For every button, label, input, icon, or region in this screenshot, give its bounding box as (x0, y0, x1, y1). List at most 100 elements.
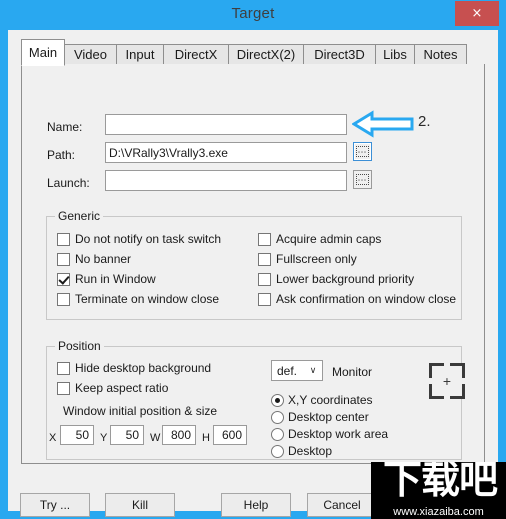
tab-directx[interactable]: DirectX (163, 44, 229, 65)
checkbox-box (57, 381, 70, 395)
radio-circle (271, 410, 284, 424)
checkbox-lower-background-priority[interactable]: Lower background priority (258, 272, 414, 286)
site-watermark: 下载吧 www.xiazaiba.com (371, 462, 506, 519)
path-label: Path: (47, 148, 76, 162)
checkbox-label: Fullscreen only (276, 252, 357, 266)
target-dialog-window: Target × Main Video Input DirectX DirectX(2)… (0, 0, 506, 519)
checkbox-label: Run in Window (75, 272, 156, 286)
monitor-label: Monitor (332, 365, 373, 379)
monitor-select[interactable]: def. ∨ (271, 360, 323, 381)
radio-desktop-center[interactable]: Desktop center (271, 410, 369, 424)
x-label: X (49, 432, 57, 444)
checkbox-box (258, 232, 271, 246)
h-label: H (202, 432, 210, 444)
monitor-select-value: def. (277, 363, 298, 378)
checkbox-hide-desktop-background[interactable]: Hide desktop background (57, 361, 211, 375)
checkbox-box (57, 292, 70, 306)
corner-bracket-icon (429, 384, 444, 399)
name-label: Name: (47, 120, 83, 134)
tab-libs[interactable]: Libs (375, 44, 415, 65)
checkbox-box (258, 272, 271, 286)
ellipsis-icon: ⋯ (356, 146, 369, 157)
title-bar: Target × (0, 0, 506, 30)
close-icon: × (471, 6, 483, 21)
tab-directx-2[interactable]: DirectX(2) (228, 44, 304, 65)
checkbox-box (57, 272, 70, 286)
path-input[interactable] (105, 142, 347, 163)
corner-bracket-icon (450, 384, 465, 399)
x-input[interactable] (60, 425, 94, 445)
launch-label: Launch: (47, 176, 90, 190)
tab-main[interactable]: Main (21, 39, 65, 66)
w-input[interactable] (162, 425, 196, 445)
radio-circle (271, 444, 284, 458)
tab-video[interactable]: Video (64, 44, 117, 65)
tab-strip: Main Video Input DirectX DirectX(2) Direct3D L… (21, 38, 485, 66)
watermark-url: www.xiazaiba.com (393, 506, 484, 518)
kill-button[interactable]: Kill (105, 493, 175, 517)
checkbox-label: Keep aspect ratio (75, 381, 169, 395)
radio-desktop-work-area[interactable]: Desktop work area (271, 427, 388, 441)
tab-label: Libs (383, 47, 407, 62)
radio-label: Desktop (288, 444, 333, 458)
checkbox-box (57, 361, 70, 375)
checkbox-box (57, 232, 70, 246)
tab-direct3d[interactable]: Direct3D (303, 44, 376, 65)
tab-label: DirectX (174, 47, 218, 62)
button-label: Cancel (323, 498, 361, 512)
annotation-arrow-icon (352, 110, 414, 138)
checkbox-keep-aspect-ratio[interactable]: Keep aspect ratio (57, 381, 168, 395)
watermark-text: 下载吧 (382, 462, 498, 503)
radio-circle (271, 393, 284, 407)
annotation-step-number: 2. (418, 113, 431, 130)
y-input[interactable] (110, 425, 144, 445)
checkbox-label: Do not notify on task switch (75, 232, 222, 246)
y-label: Y (100, 432, 108, 444)
tab-label: Video (73, 47, 107, 62)
radio-desktop[interactable]: Desktop (271, 444, 332, 458)
checkbox-run-in-window[interactable]: Run in Window (57, 272, 156, 286)
launch-input[interactable] (105, 170, 347, 191)
corner-bracket-icon (450, 363, 465, 378)
name-input[interactable] (105, 114, 347, 135)
button-label: Try ... (39, 498, 71, 512)
corner-bracket-icon (429, 363, 444, 378)
monitor-picker-target-icon[interactable]: + (429, 363, 465, 399)
dialog-client-area: Main Video Input DirectX DirectX(2) Direct3D L… (8, 30, 498, 517)
radio-label: X,Y coordinates (288, 393, 373, 407)
tab-input[interactable]: Input (116, 44, 164, 65)
radio-xy-coordinates[interactable]: X,Y coordinates (271, 393, 373, 407)
checkbox-box (57, 252, 70, 266)
window-title: Target (231, 5, 275, 22)
tab-label: Main (28, 45, 58, 60)
checkbox-do-not-notify-on-task-switch[interactable]: Do not notify on task switch (57, 232, 221, 246)
tab-notes[interactable]: Notes (414, 44, 467, 65)
tab-label: Input (125, 47, 155, 62)
checkbox-ask-confirmation-on-window-close[interactable]: Ask confirmation on window close (258, 292, 456, 306)
checkbox-box (258, 292, 271, 306)
w-label: W (150, 432, 161, 444)
checkbox-fullscreen-only[interactable]: Fullscreen only (258, 252, 357, 266)
checkbox-no-banner[interactable]: No banner (57, 252, 131, 266)
checkbox-acquire-admin-caps[interactable]: Acquire admin caps (258, 232, 381, 246)
path-browse-button[interactable]: ⋯ (353, 142, 372, 161)
help-button[interactable]: Help (221, 493, 291, 517)
checkbox-terminate-on-window-close[interactable]: Terminate on window close (57, 292, 219, 306)
tab-page-main: Name: Path: ⋯ Launch: ⋯ Generic Position (21, 64, 485, 464)
tab-label: Direct3D (314, 47, 365, 62)
h-input[interactable] (213, 425, 247, 445)
checkbox-label: Lower background priority (276, 272, 415, 286)
tab-label: DirectX(2) (236, 47, 296, 62)
radio-label: Desktop work area (288, 427, 389, 441)
window-initial-position-size-caption: Window initial position & size (63, 404, 218, 418)
cancel-button[interactable]: Cancel (307, 493, 377, 517)
launch-browse-button[interactable]: ⋯ (353, 170, 372, 189)
checkbox-label: Acquire admin caps (276, 232, 382, 246)
tab-label: Notes (423, 47, 458, 62)
checkbox-label: Hide desktop background (75, 361, 212, 375)
button-label: Kill (131, 498, 148, 512)
checkbox-box (258, 252, 271, 266)
try-button[interactable]: Try ... (20, 493, 90, 517)
close-button[interactable]: × (455, 1, 499, 26)
chevron-down-icon: ∨ (309, 365, 317, 375)
